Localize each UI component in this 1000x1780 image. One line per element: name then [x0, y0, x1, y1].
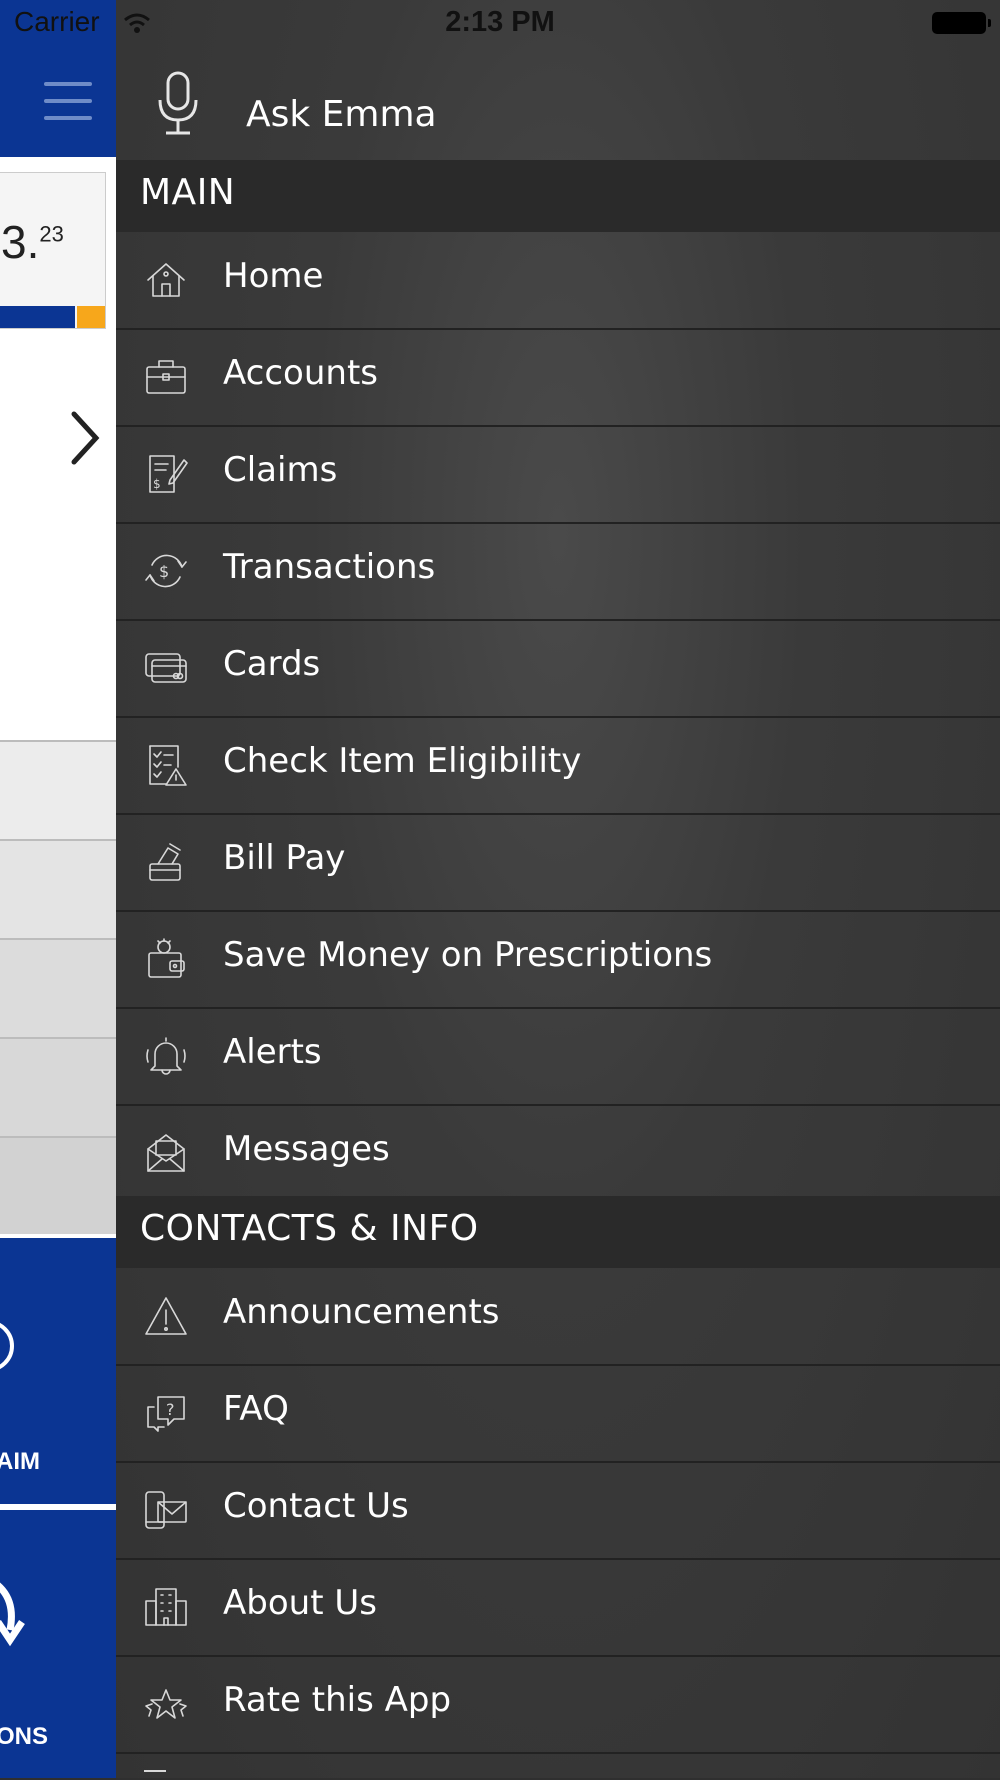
phone-mail-icon: [145, 1491, 187, 1529]
envelope-open-icon: [147, 1134, 185, 1172]
cards-icon: [145, 653, 187, 683]
menu-item-cards[interactable]: Cards: [116, 620, 1000, 718]
briefcase-icon: [146, 360, 186, 394]
checklist-warning-icon: [149, 745, 187, 786]
navigation-drawer: Ask Emma MAIN Home Accounts $ Claims $ T…: [116, 0, 1000, 1778]
menu-item-partial: [144, 1770, 166, 1780]
menu-item-label: FAQ: [223, 1389, 289, 1429]
menu-item-claims[interactable]: $ Claims: [116, 426, 1000, 524]
claim-form-icon: $: [149, 455, 188, 493]
menu-item-transactions[interactable]: $ Transactions: [116, 523, 1000, 621]
home-icon: [147, 263, 185, 297]
menu-item-home[interactable]: Home: [116, 232, 1000, 330]
menu-item-label: Claims: [223, 450, 338, 490]
svg-text:$: $: [159, 562, 169, 581]
menu-item-rate-app[interactable]: Rate this App: [116, 1656, 1000, 1754]
menu-item-label: About Us: [223, 1583, 377, 1623]
microphone-icon: [158, 71, 198, 135]
menu-item-faq[interactable]: ? FAQ: [116, 1365, 1000, 1463]
menu-item-label: Alerts: [223, 1032, 322, 1072]
menu-item-accounts[interactable]: Accounts: [116, 329, 1000, 427]
building-icon: [145, 1588, 187, 1626]
warning-triangle-icon: [145, 1297, 187, 1335]
menu-item-announcements[interactable]: Announcements: [116, 1268, 1000, 1366]
refresh-arrow-icon: [0, 1582, 25, 1647]
prescription-wallet-icon: [148, 938, 185, 978]
clock: 2:13 PM: [445, 6, 555, 38]
svg-text:?: ?: [166, 1400, 175, 1419]
chevron-right-icon[interactable]: [70, 410, 100, 466]
balance-progress-accent: [77, 306, 105, 328]
section-header-contacts-info: CONTACTS & INFO: [116, 1196, 1000, 1268]
menu-item-label: Messages: [223, 1129, 390, 1169]
menu-item-bill-pay[interactable]: Bill Pay: [116, 814, 1000, 912]
menu-item-label: Rate this App: [223, 1680, 452, 1720]
menu-item-label: Accounts: [223, 353, 378, 393]
menu-item-label: Bill Pay: [223, 838, 346, 878]
tile-label: AIM: [0, 1448, 40, 1475]
menu-item-label: Announcements: [223, 1292, 500, 1332]
list-row[interactable]: [0, 740, 116, 839]
menu-item-label: Contact Us: [223, 1486, 409, 1526]
section-header-main: MAIN: [116, 160, 1000, 232]
balance-value: 3.23: [1, 216, 64, 268]
bell-icon: [146, 1037, 186, 1075]
list-row[interactable]: [0, 1136, 116, 1234]
menu-item-about-us[interactable]: About Us: [116, 1559, 1000, 1657]
ask-emma-button[interactable]: Ask Emma: [116, 48, 1000, 158]
status-bar: Carrier 2:13 PM: [0, 0, 1000, 48]
balance-progress-bar: [0, 306, 75, 328]
stars-icon: [145, 1689, 187, 1719]
battery-icon: [932, 12, 991, 34]
menu-item-save-money-prescriptions[interactable]: Save Money on Prescriptions: [116, 911, 1000, 1009]
dollar-cycle-icon: $: [145, 554, 187, 588]
menu-item-label: Transactions: [223, 547, 436, 587]
ask-emma-label: Ask Emma: [246, 94, 437, 135]
faq-chat-icon: ?: [147, 1396, 185, 1432]
menu-item-messages[interactable]: Messages: [116, 1105, 1000, 1201]
list-row[interactable]: [0, 839, 116, 938]
transactions-tile[interactable]: ONS: [0, 1510, 116, 1778]
list-row[interactable]: [0, 938, 116, 1037]
menu-item-contact-us[interactable]: Contact Us: [116, 1462, 1000, 1560]
menu-item-check-eligibility[interactable]: Check Item Eligibility: [116, 717, 1000, 815]
menu-item-label: Save Money on Prescriptions: [223, 935, 713, 975]
section-title: CONTACTS & INFO: [140, 1208, 479, 1249]
balance-card[interactable]: 3.23: [0, 172, 106, 329]
bill-pay-icon: [149, 843, 181, 881]
menu-item-label: Home: [223, 256, 324, 296]
list-row[interactable]: [0, 1037, 116, 1136]
background-screen: 3.23 AIM ONS: [0, 0, 116, 1778]
section-title: MAIN: [140, 172, 236, 213]
claim-tile[interactable]: AIM: [0, 1238, 116, 1504]
tile-label: ONS: [0, 1723, 49, 1750]
menu-item-label: Cards: [223, 644, 321, 684]
svg-text:$: $: [153, 477, 161, 491]
menu-item-alerts[interactable]: Alerts: [116, 1008, 1000, 1106]
claim-circle-icon: [0, 1322, 14, 1370]
menu-item-label: Check Item Eligibility: [223, 741, 582, 781]
hamburger-menu-icon[interactable]: [44, 82, 92, 120]
